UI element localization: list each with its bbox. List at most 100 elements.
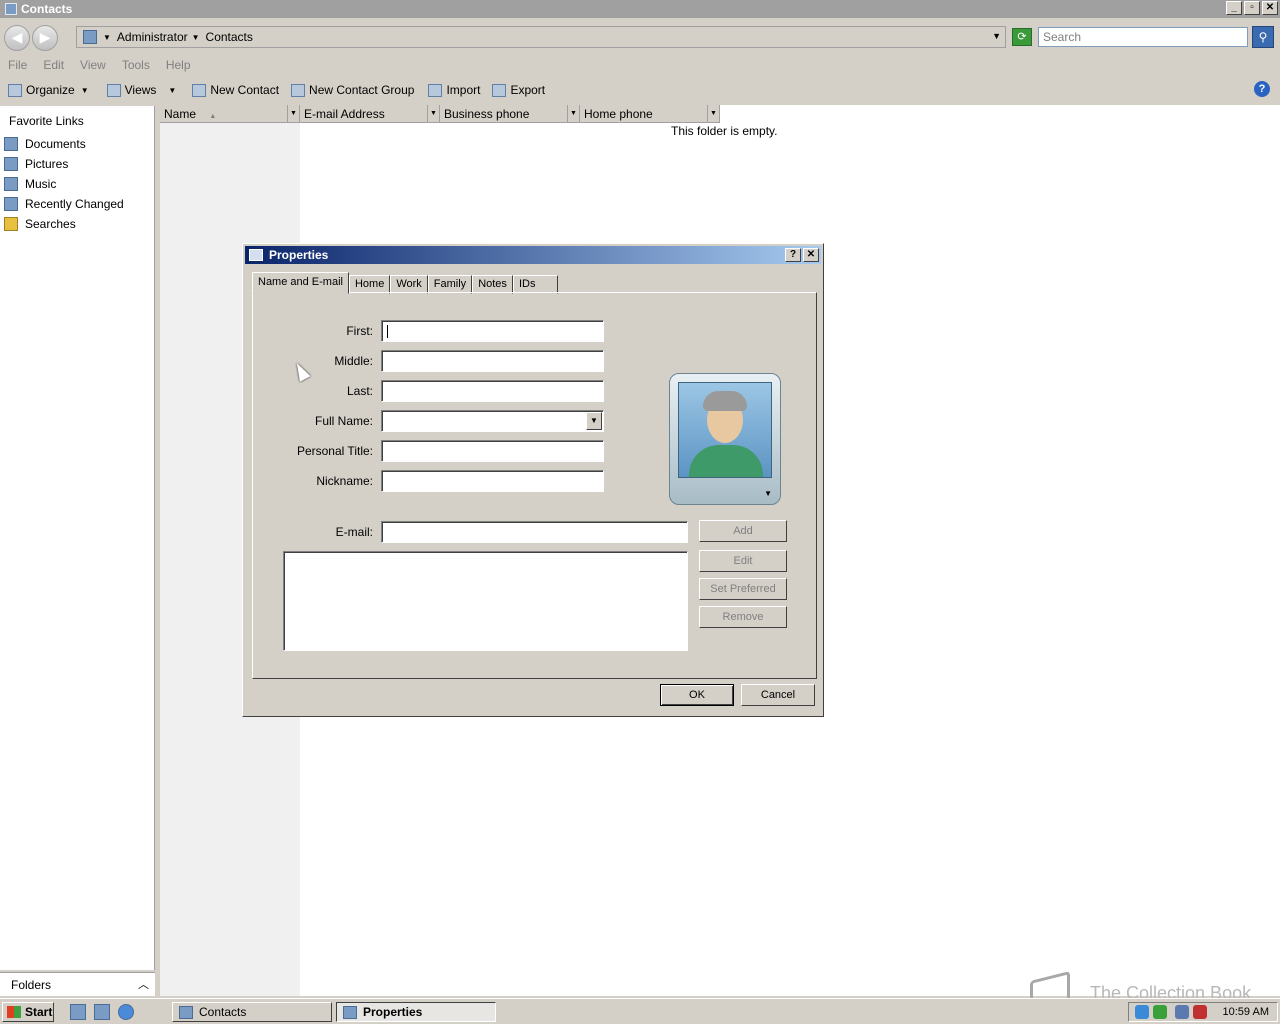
edit-email-button[interactable]: Edit xyxy=(699,550,787,572)
menu-file[interactable]: File xyxy=(0,56,35,74)
middle-name-input[interactable] xyxy=(381,350,604,372)
breadcrumb-arrow-icon[interactable]: ▼ xyxy=(192,33,200,42)
start-button[interactable]: Start xyxy=(2,1002,54,1022)
avatar-hair xyxy=(703,391,747,411)
folders-toggle[interactable]: Folders ︿ xyxy=(0,972,155,996)
import-button[interactable]: Import xyxy=(428,80,480,100)
empty-folder-message: This folder is empty. xyxy=(671,124,778,138)
text-caret xyxy=(387,325,388,338)
contacts-app-icon xyxy=(5,3,17,15)
remove-email-button[interactable]: Remove xyxy=(699,606,787,628)
nickname-label: Nickname: xyxy=(316,474,373,488)
taskbar-item-label: Properties xyxy=(363,1005,423,1019)
column-header-business-phone[interactable]: Business phone ▼ xyxy=(440,105,580,123)
taskbar-item-properties[interactable]: Properties xyxy=(336,1002,496,1022)
new-contact-group-button[interactable]: New Contact Group xyxy=(291,80,414,100)
contact-card-icon xyxy=(249,249,263,261)
column-header-name[interactable]: Name ▲ ▼ xyxy=(160,105,300,123)
start-label: Start xyxy=(25,1005,53,1019)
show-desktop-icon[interactable] xyxy=(94,1004,110,1020)
chevron-down-icon[interactable]: ▼ xyxy=(764,489,772,498)
window-title-bar[interactable]: Contacts _ ▫ ✕ xyxy=(0,0,1280,18)
documents-icon xyxy=(4,137,18,151)
cancel-button[interactable]: Cancel xyxy=(741,684,815,706)
server-manager-icon[interactable] xyxy=(70,1004,86,1020)
chevron-down-icon[interactable]: ▼ xyxy=(567,105,579,122)
column-label: Business phone xyxy=(444,107,530,121)
ok-button[interactable]: OK xyxy=(660,684,734,706)
chevron-down-icon[interactable]: ▼ xyxy=(707,105,719,122)
new-contact-group-icon xyxy=(291,83,306,97)
import-label: Import xyxy=(446,83,481,97)
nav-item-searches[interactable]: Searches xyxy=(4,217,76,231)
full-name-combo[interactable]: ▼ xyxy=(381,410,604,432)
dialog-title-bar[interactable]: Properties ? ✕ xyxy=(245,246,821,264)
restore-button[interactable]: ▫ xyxy=(1244,1,1260,15)
search-button[interactable]: ⚲ xyxy=(1252,26,1274,48)
contacts-folder-icon xyxy=(83,30,97,44)
system-tray: 10:59 AM xyxy=(1128,1002,1278,1022)
dialog-help-button[interactable]: ? xyxy=(785,248,801,262)
refresh-button[interactable]: ⟳ xyxy=(1012,28,1032,46)
address-bar[interactable]: ▼ Administrator ▼ Contacts ▼ xyxy=(76,26,1006,48)
breadcrumb-arrow-icon[interactable]: ▼ xyxy=(103,33,111,42)
organize-label: Organize xyxy=(26,83,75,97)
column-header-home-phone[interactable]: Home phone ▼ xyxy=(580,105,720,123)
contact-card-icon xyxy=(343,1005,357,1019)
nickname-input[interactable] xyxy=(381,470,604,492)
monitor-icon[interactable] xyxy=(1175,1005,1189,1019)
nav-item-recently-changed[interactable]: Recently Changed xyxy=(4,197,124,211)
nav-item-documents[interactable]: Documents xyxy=(4,137,86,151)
help-button[interactable]: ? xyxy=(1254,81,1270,97)
address-dropdown-icon[interactable]: ▼ xyxy=(992,31,1001,41)
organize-button[interactable]: Organize ▼ xyxy=(8,80,89,100)
first-name-input[interactable] xyxy=(381,320,604,342)
nav-item-music[interactable]: Music xyxy=(4,177,56,191)
forward-button[interactable]: ▶ xyxy=(32,25,58,51)
menu-view[interactable]: View xyxy=(72,56,114,74)
set-preferred-button[interactable]: Set Preferred xyxy=(699,578,787,600)
nav-item-label: Documents xyxy=(25,137,86,151)
taskbar-item-label: Contacts xyxy=(199,1005,247,1019)
volume-muted-icon[interactable] xyxy=(1193,1005,1207,1019)
taskbar-item-contacts[interactable]: Contacts xyxy=(172,1002,332,1022)
close-button[interactable]: ✕ xyxy=(1262,1,1278,15)
security-icon[interactable] xyxy=(1153,1005,1167,1019)
add-email-button[interactable]: Add xyxy=(699,520,787,542)
navigation-pane: Favorite Links Documents Pictures Music … xyxy=(0,106,155,970)
name-email-panel: First: Middle: Last: Full Name: ▼ Person… xyxy=(252,292,817,679)
nav-item-label: Pictures xyxy=(25,157,69,171)
personal-title-input[interactable] xyxy=(381,440,604,462)
email-label: E-mail: xyxy=(335,525,373,539)
new-contact-button[interactable]: New Contact xyxy=(192,80,279,100)
recently-changed-icon xyxy=(4,197,18,211)
tab-name-and-email[interactable]: Name and E-mail xyxy=(252,272,349,294)
menu-edit[interactable]: Edit xyxy=(35,56,72,74)
last-name-input[interactable] xyxy=(381,380,604,402)
chevron-down-icon[interactable]: ▼ xyxy=(586,412,602,430)
views-button[interactable]: Views ▼ xyxy=(106,80,176,100)
network-icon[interactable] xyxy=(1135,1005,1149,1019)
search-input[interactable]: Search xyxy=(1038,27,1248,47)
command-toolbar: Organize ▼ Views ▼ New Contact New Contact… xyxy=(0,79,1280,101)
dialog-close-button[interactable]: ✕ xyxy=(803,248,819,262)
export-button[interactable]: Export xyxy=(492,80,545,100)
chevron-down-icon[interactable]: ▼ xyxy=(427,105,439,122)
chevron-down-icon[interactable]: ▼ xyxy=(287,105,299,122)
nav-item-pictures[interactable]: Pictures xyxy=(4,157,68,171)
nav-item-label: Music xyxy=(25,177,57,191)
breadcrumb-administrator[interactable]: Administrator xyxy=(117,30,188,44)
system-clock[interactable]: 10:59 AM xyxy=(1223,1006,1269,1018)
email-input[interactable] xyxy=(381,521,688,543)
back-button[interactable]: ◀ xyxy=(4,25,30,51)
email-list[interactable] xyxy=(283,551,688,651)
menu-help[interactable]: Help xyxy=(158,56,199,74)
menu-tools[interactable]: Tools xyxy=(114,56,158,74)
minimize-button[interactable]: _ xyxy=(1226,1,1242,15)
new-contact-group-label: New Contact Group xyxy=(309,83,415,97)
column-header-email[interactable]: E-mail Address ▼ xyxy=(300,105,440,123)
internet-explorer-icon[interactable] xyxy=(118,1004,134,1020)
organize-icon xyxy=(8,83,22,97)
breadcrumb-contacts[interactable]: Contacts xyxy=(206,30,253,44)
contact-picture-button[interactable]: ▼ xyxy=(669,373,781,505)
